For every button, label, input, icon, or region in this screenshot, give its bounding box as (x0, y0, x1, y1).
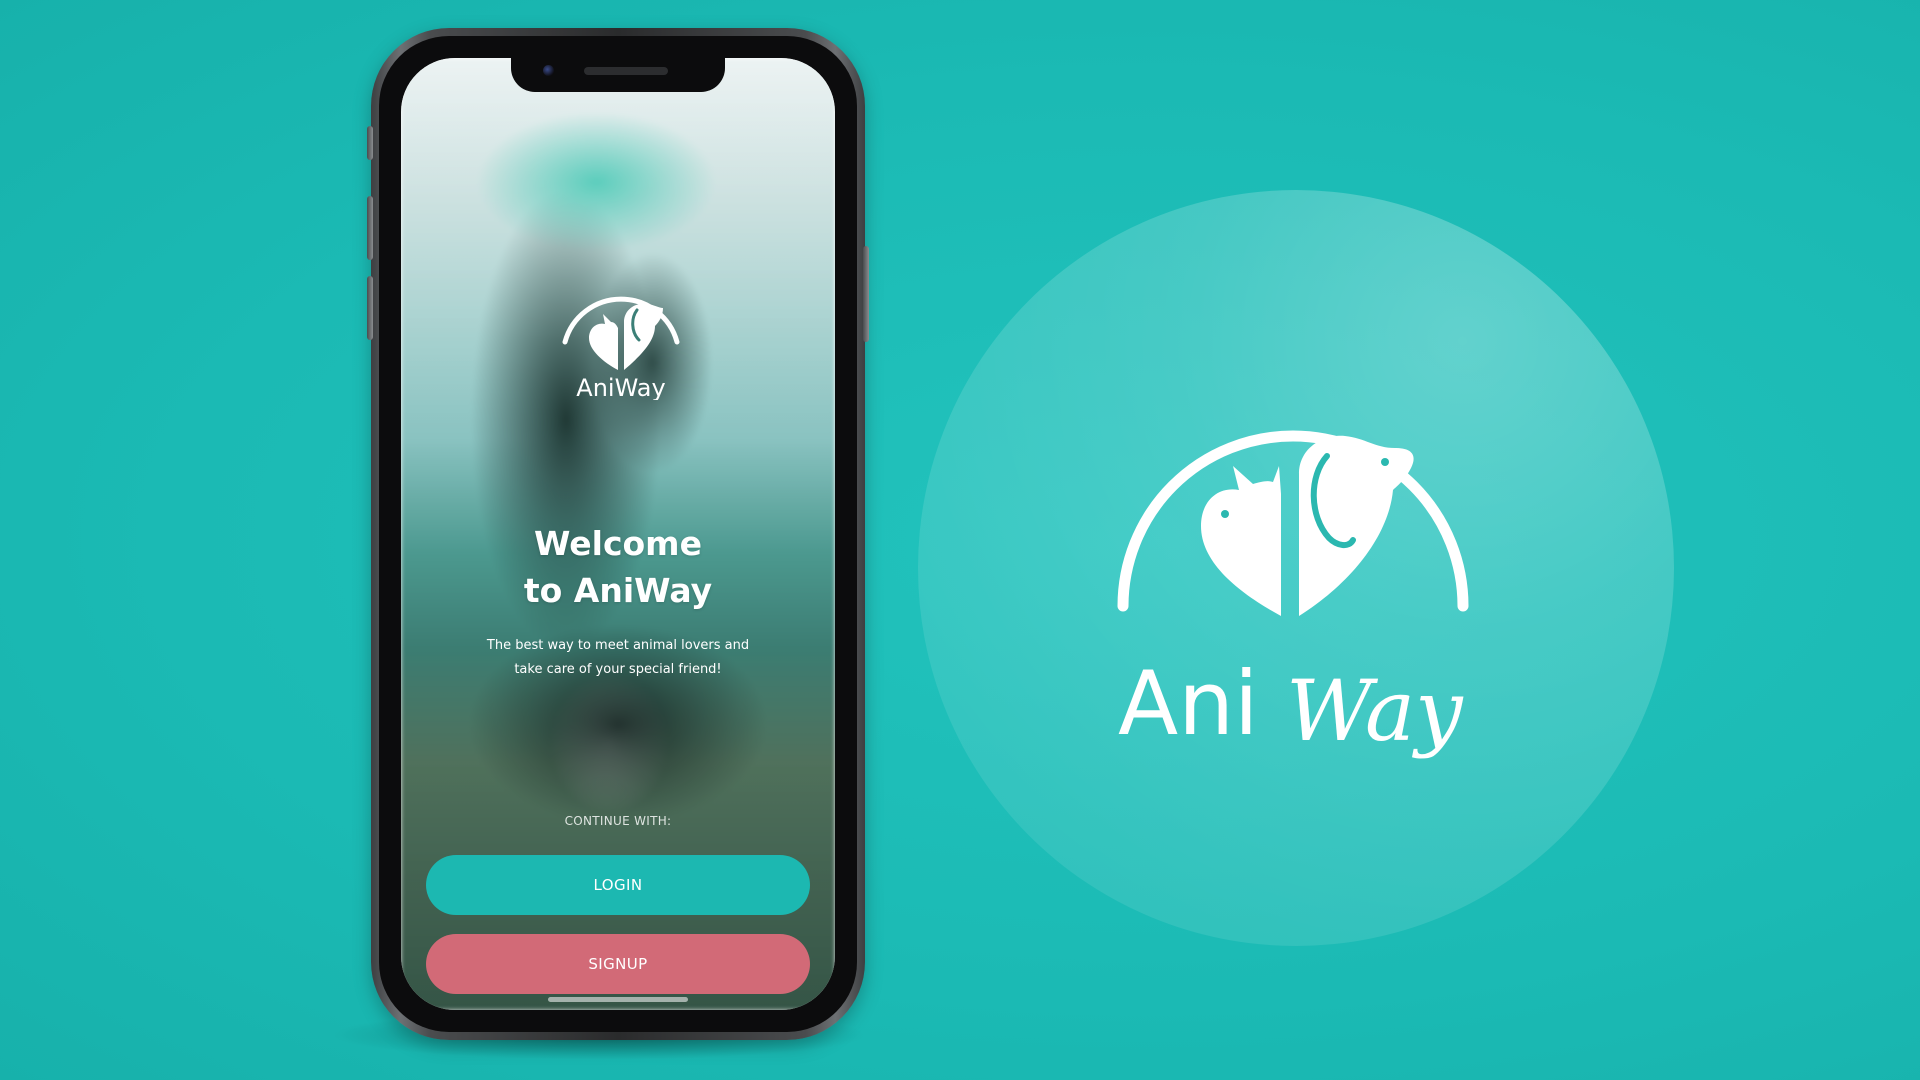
front-camera-icon (543, 65, 554, 76)
phone-power-button (863, 246, 869, 342)
phone-frame: AniWay Welcome to AniWay The best way to… (367, 28, 869, 1040)
brand-wordmark-ani: Ani (1118, 652, 1258, 755)
phone-silent-switch (367, 126, 373, 160)
brand-wordmark-way: Way (1286, 662, 1464, 760)
phone-notch (511, 58, 725, 92)
phone-screen: AniWay Welcome to AniWay The best way to… (401, 58, 835, 1010)
brand-wordmark: Ani Way (1118, 648, 1478, 778)
welcome-title-line2: to AniWay (523, 571, 713, 610)
welcome-title: Welcome to AniWay (401, 520, 835, 614)
login-button[interactable]: LOGIN (426, 855, 810, 915)
home-indicator (548, 997, 688, 1002)
phone-volume-down-button (367, 276, 373, 340)
welcome-subtitle: The best way to meet animal lovers and t… (431, 634, 805, 682)
phone-volume-up-button (367, 196, 373, 260)
app-logo-wordmark: AniWay (576, 374, 665, 400)
mockup-canvas: AniWay Welcome to AniWay The best way to… (0, 0, 1920, 1080)
brand-logo (1113, 376, 1473, 638)
cat-dog-heart-logo-icon (1117, 430, 1469, 616)
cat-dog-heart-logo-icon: AniWay (562, 296, 680, 400)
brand-wordmark-svg: Ani Way (1118, 652, 1464, 760)
earpiece-speaker (584, 67, 668, 75)
continue-with-label: CONTINUE WITH: (564, 814, 672, 828)
welcome-subtitle-line1: The best way to meet animal lovers and (486, 638, 750, 653)
signup-button[interactable]: SIGNUP (426, 934, 810, 994)
welcome-title-line1: Welcome (534, 524, 702, 563)
welcome-subtitle-line2: take care of your special friend! (514, 662, 722, 677)
app-logo: AniWay (551, 270, 691, 400)
